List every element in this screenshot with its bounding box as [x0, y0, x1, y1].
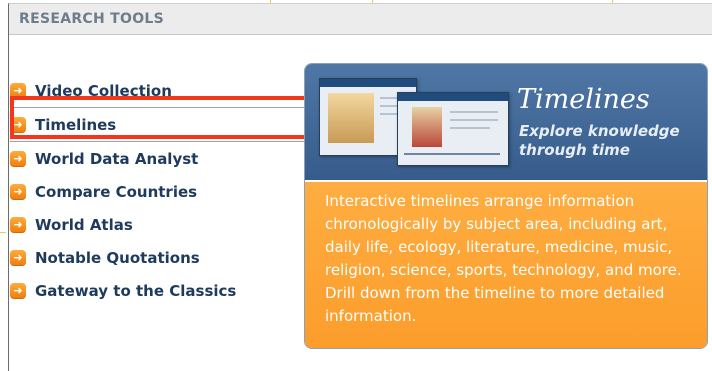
nav-item-label: World Atlas: [35, 215, 133, 234]
nav-item-timelines[interactable]: ➜ Timelines: [10, 107, 306, 142]
nav-item-compare-countries[interactable]: ➜ Compare Countries: [10, 175, 306, 208]
arrow-right-icon: ➜: [10, 216, 26, 233]
arrow-right-icon: ➜: [10, 150, 26, 167]
page-guide: [0, 232, 6, 233]
feature-subtitle: Explore knowledge through time: [519, 122, 680, 159]
nav-item-label: Video Collection: [35, 81, 172, 100]
nav-item-gateway-to-the-classics[interactable]: ➜ Gateway to the Classics: [10, 274, 306, 307]
nav-item-world-data-analyst[interactable]: ➜ World Data Analyst: [10, 142, 306, 175]
thumbnail-titlebar: [398, 93, 508, 101]
nav-item-notable-quotations[interactable]: ➜ Notable Quotations: [10, 241, 306, 274]
thumbnail-text-line: [450, 111, 498, 113]
arrow-right-icon: ➜: [10, 116, 26, 133]
feature-banner: Timelines Explore knowledge through time: [305, 64, 707, 180]
nav-item-world-atlas[interactable]: ➜ World Atlas: [10, 208, 306, 241]
nav-item-label: Timelines: [35, 115, 117, 134]
arrow-right-icon: ➜: [10, 183, 26, 200]
thumbnail-text-line: [450, 127, 490, 129]
feature-description: Interactive timelines arrange informatio…: [325, 192, 682, 325]
arrow-right-icon: ➜: [10, 249, 26, 266]
thumbnail-text-line: [404, 153, 500, 155]
panel-header: RESEARCH TOOLS: [9, 4, 712, 35]
research-tools-nav: ➜ Video Collection ➜ Timelines ➜ World D…: [10, 74, 306, 307]
nav-item-label: World Data Analyst: [35, 149, 199, 168]
thumbnail-text-line: [450, 119, 498, 121]
nav-item-label: Gateway to the Classics: [35, 281, 237, 300]
arrow-right-icon: ➜: [10, 282, 26, 299]
panel-title: RESEARCH TOOLS: [19, 11, 165, 27]
arrow-right-icon: ➜: [10, 82, 26, 99]
feature-card-timelines[interactable]: Timelines Explore knowledge through time…: [304, 63, 708, 349]
nav-item-label: Compare Countries: [35, 182, 198, 201]
screenshot-thumbnail: [397, 92, 509, 166]
feature-title: Timelines: [517, 84, 650, 115]
thumbnail-titlebar: [320, 79, 416, 87]
thumbnail-image: [328, 93, 374, 143]
nav-item-video-collection[interactable]: ➜ Video Collection: [10, 74, 306, 107]
thumbnail-image: [412, 107, 442, 147]
nav-item-label: Notable Quotations: [35, 248, 200, 267]
